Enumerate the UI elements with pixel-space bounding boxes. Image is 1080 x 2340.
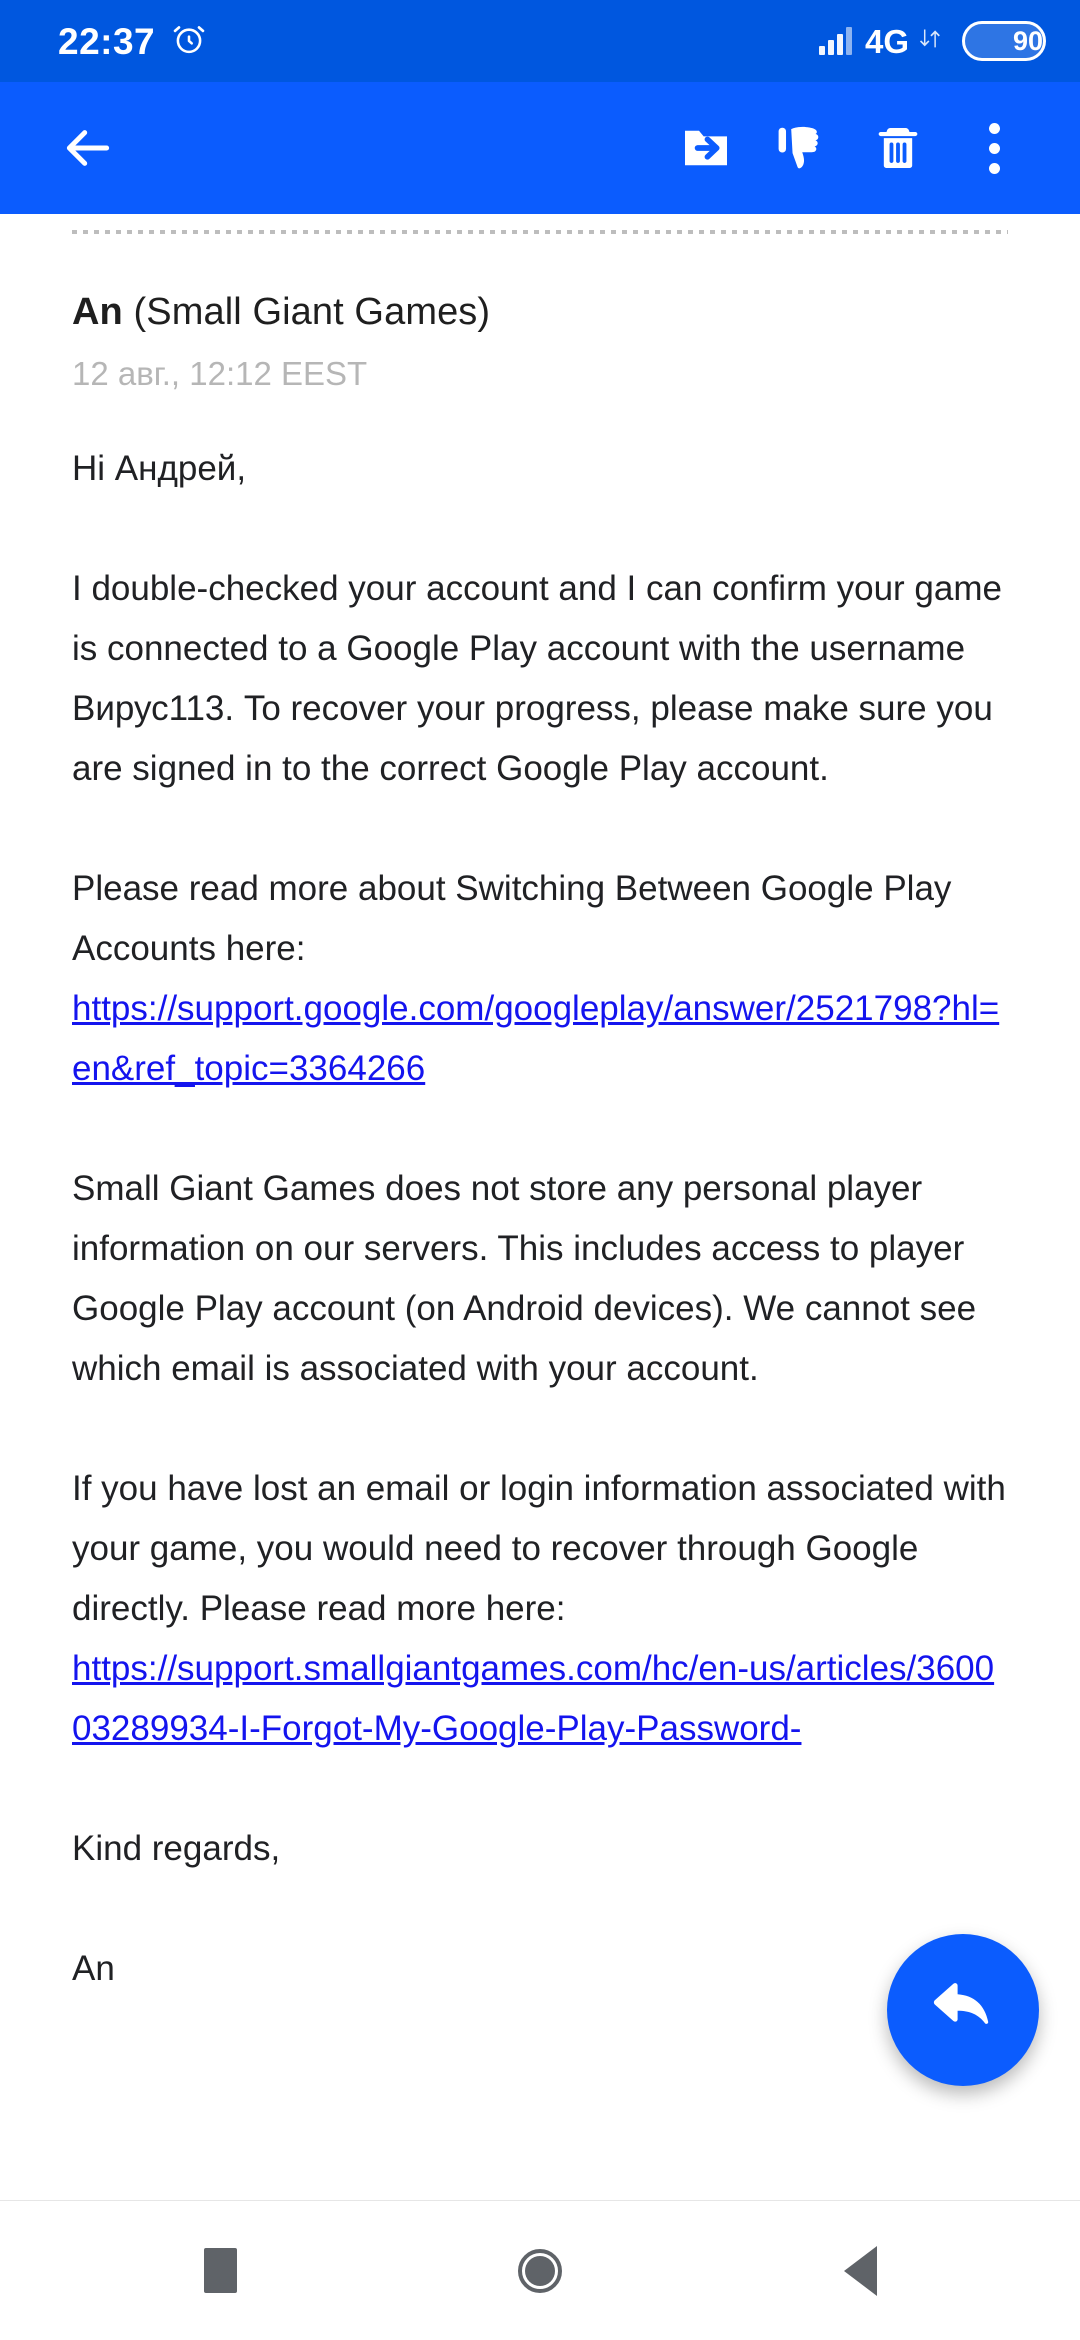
sender-line: An (Small Giant Games)	[72, 290, 1008, 336]
body-greeting: Hi Андрей,	[72, 449, 247, 489]
message-divider	[72, 230, 1008, 234]
back-button[interactable]	[40, 100, 136, 196]
status-bar: 22:37 4G 90	[0, 0, 1080, 82]
android-navigation-bar	[0, 2200, 1080, 2340]
delete-button[interactable]	[850, 100, 946, 196]
trash-can-icon	[871, 121, 925, 175]
alarm-clock-icon	[171, 21, 207, 62]
status-bar-right: 4G 90	[818, 21, 1046, 61]
network-type-label: 4G	[864, 22, 909, 60]
status-bar-clock: 22:37	[58, 20, 156, 62]
battery-indicator: 90	[962, 21, 1046, 61]
body-paragraph-4: If you have lost an email or login infor…	[72, 1469, 1006, 1629]
nav-back-button[interactable]	[800, 2211, 920, 2331]
body-paragraph-1: I double-checked your account and I can …	[72, 569, 1002, 789]
triangle-back-icon	[843, 2245, 877, 2296]
email-toolbar	[0, 82, 1080, 214]
body-paragraph-3: Small Giant Games does not store any per…	[72, 1169, 977, 1389]
reply-arrow-icon	[927, 1973, 999, 2048]
data-transfer-arrows-icon	[919, 25, 941, 58]
email-body-scroll-area[interactable]: An (Small Giant Games) 12 авг., 12:12 EE…	[0, 214, 1080, 2200]
reply-fab-button[interactable]	[887, 1934, 1039, 2086]
move-to-folder-icon	[678, 120, 734, 176]
nav-home-button[interactable]	[480, 2211, 600, 2331]
square-recents-icon	[203, 2248, 237, 2293]
body-signature: An	[72, 1949, 115, 1989]
sender-name: An	[72, 291, 123, 333]
support-link-forgot-password[interactable]: https://support.smallgiantgames.com/hc/e…	[72, 1649, 994, 1748]
circle-home-icon	[518, 2248, 562, 2293]
more-vertical-icon	[988, 122, 1000, 174]
battery-percent-label: 90	[1012, 25, 1043, 56]
body-paragraph-2: Please read more about Switching Between…	[72, 869, 952, 969]
sender-organization: (Small Giant Games)	[122, 291, 491, 333]
support-link-google-play-switching[interactable]: https://support.google.com/googleplay/an…	[72, 989, 999, 1088]
nav-recents-button[interactable]	[160, 2211, 280, 2331]
thumbs-down-icon	[775, 121, 829, 175]
email-detail-screen: 22:37 4G 90 An (Small Giant Games) 12 ав…	[0, 0, 1080, 2340]
message-body: Hi Андрей, I double-checked your account…	[72, 439, 1008, 1999]
move-to-folder-button[interactable]	[658, 100, 754, 196]
cellular-signal-icon	[818, 27, 852, 55]
status-bar-left: 22:37	[58, 21, 207, 62]
arrow-left-icon	[60, 120, 116, 176]
more-options-button[interactable]	[946, 100, 1042, 196]
body-closing: Kind regards,	[72, 1829, 281, 1869]
report-spam-button[interactable]	[754, 100, 850, 196]
message-timestamp: 12 авг., 12:12 EEST	[72, 354, 368, 392]
